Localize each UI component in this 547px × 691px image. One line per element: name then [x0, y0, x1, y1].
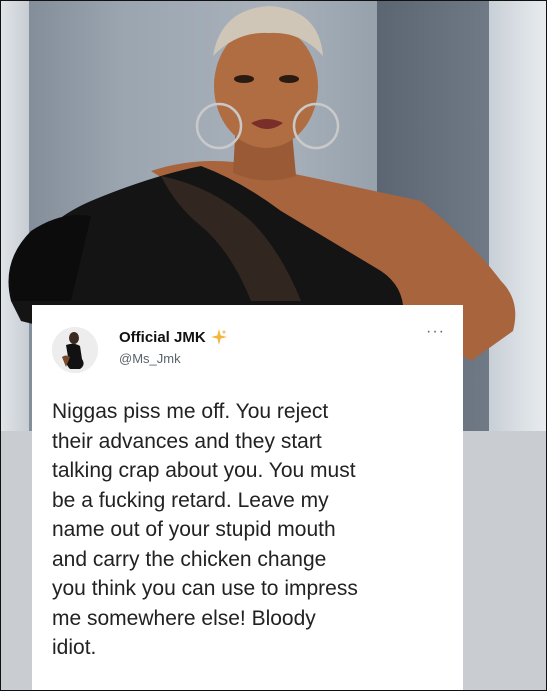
tweet-text-line: talking crap about you. You must	[52, 459, 356, 482]
tweet-text-line: Niggas piss me off. You reject	[52, 400, 329, 423]
tweet-text-line: name out of your stupid mouth	[52, 518, 336, 541]
sparkle-icon	[210, 328, 228, 346]
tweet-text: Niggas piss me off. You reject their adv…	[52, 397, 452, 663]
tweet-text-line: be a fucking retard. Leave my	[52, 488, 329, 512]
avatar[interactable]	[52, 327, 98, 373]
image-frame: Official JMK @Ms_Jmk ··· Niggas piss me …	[0, 0, 547, 691]
tweet-text-line: their advances and they start	[52, 429, 322, 453]
tweet-card: Official JMK @Ms_Jmk ··· Niggas piss me …	[32, 305, 463, 690]
avatar-image	[52, 327, 98, 373]
tweet-author-row: Official JMK	[119, 328, 228, 346]
tweet-text-line: idiot.	[52, 636, 97, 659]
more-options-icon[interactable]: ···	[426, 324, 445, 340]
user-handle[interactable]: @Ms_Jmk	[119, 351, 181, 366]
tweet-text-line: and carry the chicken change	[52, 547, 327, 571]
tweet-text-line: you think you can use to impress	[52, 577, 358, 600]
display-name[interactable]: Official JMK	[119, 329, 206, 346]
tweet-text-line: me somewhere else! Bloody	[52, 606, 316, 630]
